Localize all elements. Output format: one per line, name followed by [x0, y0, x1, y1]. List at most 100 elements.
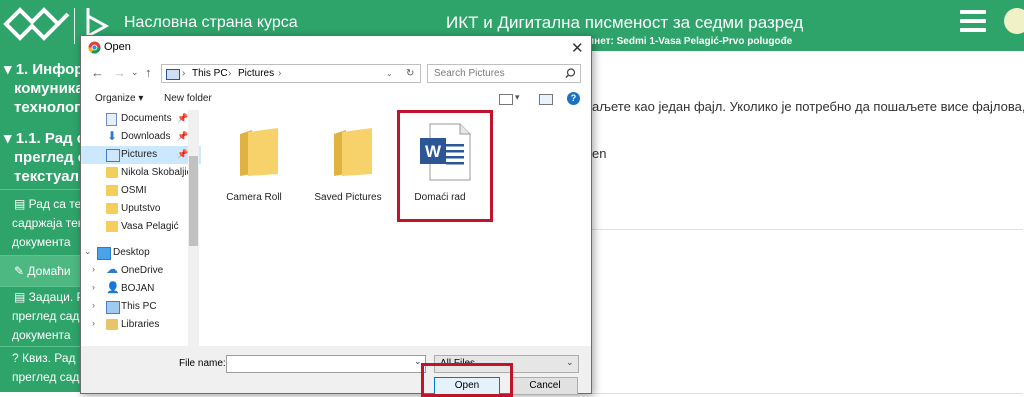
sidebar-item-tasks[interactable]: ▤ Задаци. Р — [14, 288, 82, 307]
course-subtitle: инет: Sedmi 1-Vasa Pelagić-Prvo polugođe — [588, 36, 793, 47]
sidebar-divider — [0, 286, 82, 287]
dialog-title: Open — [104, 41, 131, 53]
header-divider — [74, 8, 75, 44]
file-name-input[interactable] — [226, 355, 426, 373]
course-title: ИКТ и Дигитална писменост за седми разре… — [446, 13, 804, 32]
libraries-icon — [106, 319, 118, 330]
refresh-icon[interactable]: ↻ — [406, 68, 414, 79]
pin-icon: 📌 — [177, 113, 189, 123]
downloads-icon: ⬇ — [107, 129, 118, 143]
folder-icon — [106, 167, 118, 178]
nav-item-documents[interactable]: Documents 📌 — [81, 110, 201, 128]
sidebar-item-section-1-1[interactable]: ▾ 1.1. Рад са — [4, 129, 82, 148]
folder-icon — [106, 203, 118, 214]
submission-area[interactable] — [590, 229, 1023, 394]
address-row: ← → ⌄ ↑ › This PC › Pictures › ⌄ ↻ Searc… — [81, 62, 591, 86]
file-name-label: File name: — [179, 358, 226, 369]
file-list: Camera Roll Saved Pictures W Domaći rad — [202, 110, 590, 346]
organize-button[interactable]: Organize ▾ — [95, 93, 143, 104]
search-input[interactable]: Search Pictures — [427, 64, 581, 83]
chrome-icon — [88, 41, 101, 54]
site-logo[interactable] — [2, 6, 72, 42]
documents-icon — [106, 113, 117, 126]
sidebar-item-quiz[interactable]: ? Квиз. Рад — [12, 349, 76, 368]
nav-item-libraries[interactable]: › Libraries — [81, 316, 201, 334]
open-file-dialog: Open ✕ ← → ⌄ ↑ › This PC › Pictures › ⌄ … — [80, 35, 592, 395]
nav-item-onedrive[interactable]: › ☁ OneDrive — [81, 262, 201, 280]
breadcrumb-sep: › — [182, 68, 186, 79]
nav-item-folder[interactable]: OSMI — [81, 182, 201, 200]
folder-icon — [106, 221, 118, 232]
breadcrumb-pictures[interactable]: Pictures — [238, 68, 274, 79]
chevron-right-icon[interactable]: › — [92, 264, 95, 274]
sidebar-item-label: преглед садр — [12, 309, 82, 323]
smiley-icon[interactable] — [1004, 8, 1024, 34]
pictures-icon — [106, 149, 120, 162]
preview-pane-icon[interactable] — [539, 94, 553, 105]
recent-locations-icon[interactable]: ⌄ — [131, 67, 139, 78]
sidebar-item-label: преглед садр — [12, 370, 82, 384]
nav-item-desktop[interactable]: ⌄ Desktop — [81, 244, 201, 262]
file-item-label: Saved Pictures — [314, 192, 382, 203]
pencil-icon: ✎ — [14, 264, 28, 278]
pin-icon: 📌 — [177, 149, 189, 159]
sidebar-item-label: преглед с — [14, 149, 82, 166]
back-icon[interactable]: ← — [91, 65, 104, 80]
folder-icon — [334, 128, 372, 176]
desktop-icon — [97, 247, 111, 260]
file-item-folder[interactable]: Camera Roll — [214, 110, 294, 210]
pin-icon: 📌 — [177, 131, 189, 141]
nav-item-folder[interactable]: Nikola Skobaljić — [81, 164, 201, 182]
course-home-link[interactable]: Насловна страна курса — [124, 14, 298, 32]
chevron-down-icon[interactable]: ⌄ — [84, 246, 92, 257]
hamburger-icon[interactable] — [960, 10, 986, 32]
cancel-button[interactable]: Cancel — [512, 377, 578, 395]
pc-icon — [106, 301, 120, 314]
navigation-pane: Documents 📌 ⬇ Downloads 📌 Pictures 📌 Nik… — [81, 110, 201, 346]
nav-item-folder[interactable]: Uputstvo — [81, 200, 201, 218]
nav-item-folder[interactable]: Vasa Pelagić — [81, 218, 201, 236]
chevron-down-icon: ▾ — [4, 130, 16, 147]
address-bar[interactable]: › This PC › Pictures › ⌄ ↻ — [161, 64, 421, 83]
address-dropdown-icon[interactable]: ⌄ — [386, 69, 393, 78]
sidebar-item-label: комуника — [14, 80, 82, 97]
sidebar-item-label: текстуал — [14, 168, 80, 185]
breadcrumb-sep: › — [228, 68, 232, 79]
sidebar-item-label: документа — [12, 328, 71, 342]
search-icon — [565, 68, 576, 78]
folder-icon — [106, 185, 118, 196]
sidebar-item-homework[interactable]: ✎ Домаћи — [14, 262, 71, 281]
close-icon[interactable]: ✕ — [571, 39, 584, 57]
nav-item-pictures[interactable]: Pictures 📌 — [81, 146, 201, 164]
forward-icon[interactable]: → — [113, 65, 126, 80]
nav-item-user[interactable]: › 👤 BOJAN — [81, 280, 201, 298]
sidebar-divider — [0, 255, 82, 256]
view-dropdown-icon[interactable]: ▾ — [515, 92, 520, 103]
breadcrumb-sep: › — [278, 68, 282, 79]
user-icon: 👤 — [106, 282, 120, 294]
sidebar-item-label: документа — [12, 235, 71, 249]
monitor-icon — [166, 69, 180, 80]
sidebar-item-text-work[interactable]: ▤ Рад са те — [14, 195, 81, 214]
chevron-right-icon[interactable]: › — [92, 318, 95, 328]
up-icon[interactable]: ↑ — [145, 65, 152, 80]
nav-item-downloads[interactable]: ⬇ Downloads 📌 — [81, 128, 201, 146]
dialog-toolbar: Organize ▾ New folder ▾ ? — [81, 88, 591, 110]
cloud-icon: ☁ — [106, 262, 118, 276]
chevron-down-icon: ▾ — [4, 61, 16, 78]
file-item-folder[interactable]: Saved Pictures — [308, 110, 388, 210]
view-options-icon[interactable] — [499, 94, 513, 105]
new-folder-button[interactable]: New folder — [164, 93, 212, 104]
sidebar-divider — [0, 189, 82, 190]
sidebar-item-label: технолог — [14, 99, 81, 116]
folder-icon — [240, 128, 278, 176]
file-item-label: Camera Roll — [226, 192, 282, 203]
dialog-titlebar: Open ✕ — [81, 36, 591, 60]
navpane-scrollbar-thumb[interactable] — [189, 156, 198, 246]
help-icon[interactable]: ? — [567, 92, 580, 105]
chevron-right-icon[interactable]: › — [92, 300, 95, 310]
chevron-right-icon[interactable]: › — [92, 282, 95, 292]
breadcrumb-this-pc[interactable]: This PC — [192, 68, 228, 79]
nav-item-this-pc[interactable]: › This PC — [81, 298, 201, 316]
sidebar-item-section-1[interactable]: ▾ 1. Инфор — [4, 60, 82, 79]
